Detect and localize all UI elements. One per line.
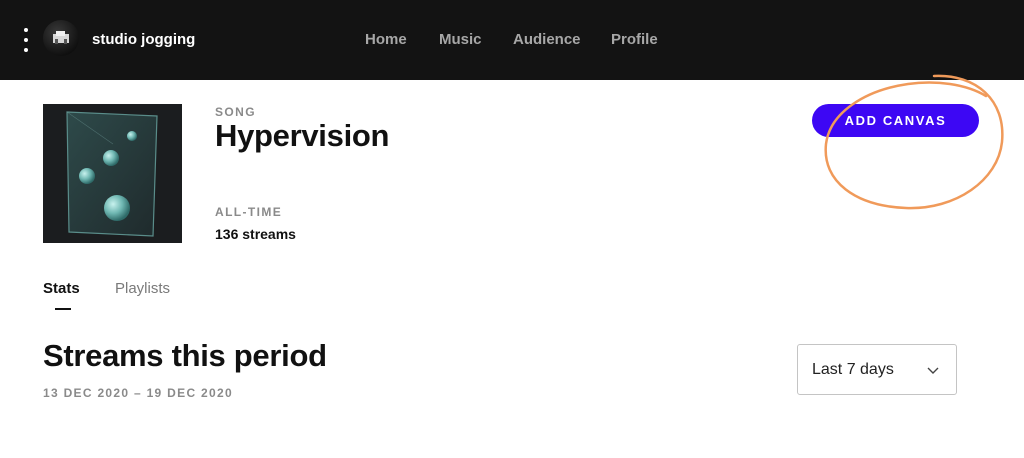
- chevron-down-icon: [927, 367, 939, 374]
- nav-home[interactable]: Home: [365, 31, 407, 48]
- song-title: Hypervision: [215, 118, 390, 153]
- tab-playlists[interactable]: Playlists: [115, 280, 170, 297]
- tab-stats[interactable]: Stats: [43, 280, 80, 297]
- active-tab-indicator: [55, 308, 71, 310]
- nav-music[interactable]: Music: [439, 31, 482, 48]
- nav-audience[interactable]: Audience: [513, 31, 581, 48]
- cover-art-image: [43, 104, 182, 243]
- song-type-label: SONG: [215, 105, 256, 119]
- add-canvas-button[interactable]: ADD CANVAS: [812, 104, 979, 137]
- period-dropdown[interactable]: Last 7 days: [797, 344, 957, 395]
- period-selected-value: Last 7 days: [812, 361, 894, 378]
- alltime-streams: 136 streams: [215, 226, 296, 242]
- date-range: 13 DEC 2020 – 19 DEC 2020: [43, 386, 233, 400]
- nav-profile[interactable]: Profile: [611, 31, 658, 48]
- alltime-label: ALL-TIME: [215, 205, 283, 219]
- song-tabs: Stats Playlists: [43, 280, 243, 314]
- song-cover-art: [43, 104, 182, 243]
- main-nav: Home Music Audience Profile: [0, 31, 1024, 51]
- top-bar: studio jogging Home Music Audience Profi…: [0, 0, 1024, 80]
- circle-annotation: [824, 74, 1004, 210]
- section-title: Streams this period: [43, 338, 327, 373]
